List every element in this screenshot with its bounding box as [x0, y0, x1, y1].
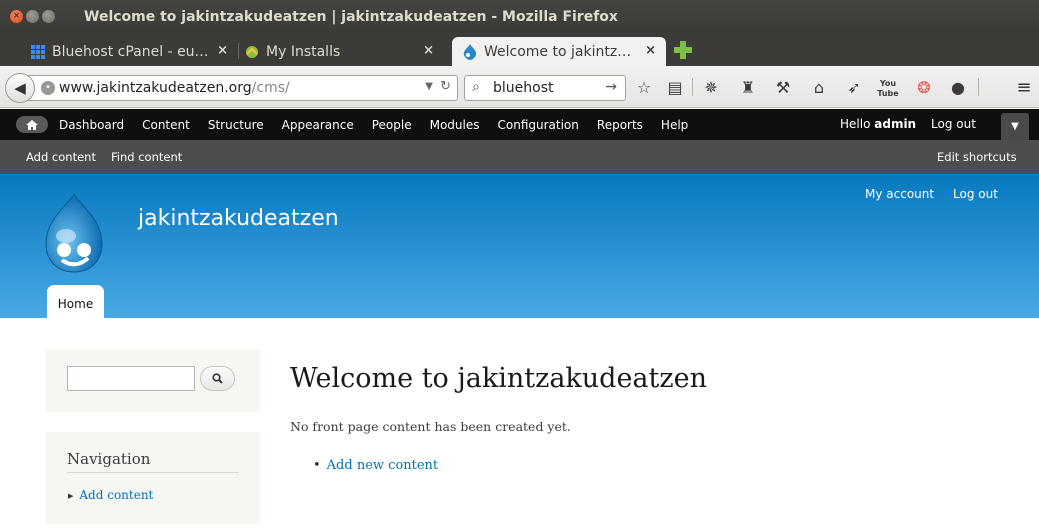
installs-icon	[244, 44, 260, 60]
my-account-link[interactable]: My account	[865, 187, 934, 201]
search-input[interactable]	[67, 366, 195, 391]
search-bar[interactable]: ⌕ bluehost →	[464, 75, 626, 101]
new-tab-plus-icon[interactable]	[674, 41, 692, 59]
admin-menu-structure[interactable]: Structure	[208, 118, 264, 132]
back-button[interactable]: ◀	[5, 73, 35, 103]
url-text: www.jakintzakudeatzen.org/cms/	[59, 80, 290, 96]
bookmark-star-icon[interactable]: ☆	[633, 77, 655, 99]
tab-label: My Installs	[266, 43, 341, 60]
home-icon[interactable]: ⌂	[808, 77, 830, 99]
chevron-down-icon: ▼	[1011, 121, 1019, 132]
shortcut-bar: Add content Find content Edit shortcuts	[0, 140, 1039, 174]
youtube-icon[interactable]: You Tube	[877, 77, 899, 99]
search-submit-button[interactable]	[200, 366, 235, 391]
tab-welcome-active[interactable]: Welcome to jakintz… ×	[452, 37, 666, 66]
search-icon: ⌕	[472, 79, 480, 95]
tab-bluehost-cpanel[interactable]: Bluehost cPanel - eu… ×	[30, 37, 238, 66]
admin-menu-dashboard[interactable]: Dashboard	[59, 118, 124, 132]
shortcuts-toggle-button[interactable]: ▼	[1001, 113, 1029, 140]
page-title: Welcome to jakintzakudeatzen	[290, 363, 707, 394]
tab-my-installs[interactable]: My Installs ×	[244, 37, 444, 66]
navigation-title: Navigation	[67, 450, 151, 468]
url-path: /cms/	[251, 80, 290, 96]
wrench-icon[interactable]: ⚒	[772, 77, 794, 99]
admin-logout-link[interactable]: Log out	[931, 117, 976, 131]
tab-close-icon[interactable]: ×	[423, 43, 434, 58]
tab-home[interactable]: Home	[47, 285, 104, 318]
drupal-logo[interactable]	[44, 192, 104, 274]
admin-menu-modules[interactable]: Modules	[430, 118, 480, 132]
admin-home-button[interactable]	[16, 116, 48, 133]
greeting-text: Hello	[840, 117, 871, 131]
addon-gear-icon[interactable]: ✵	[700, 77, 722, 99]
navigation-item-add-content[interactable]: ▶ Add content	[68, 488, 153, 502]
globe-icon: •	[41, 81, 55, 95]
triangle-right-icon: ▶	[68, 492, 74, 500]
tab-divider	[238, 43, 239, 59]
tab-label: Welcome to jakintz…	[484, 43, 632, 60]
admin-menu-appearance[interactable]: Appearance	[282, 118, 354, 132]
add-new-content-link[interactable]: Add new content	[327, 458, 438, 473]
navigation-item-label: Add content	[79, 488, 154, 502]
window-titlebar: × Welcome to jakintzakudeatzen | jakintz…	[0, 0, 1039, 33]
window-close-button[interactable]: ×	[10, 10, 23, 23]
navigation-divider	[67, 472, 239, 473]
url-bar[interactable]: • www.jakintzakudeatzen.org/cms/ ▼ ↻	[26, 75, 458, 101]
magnifier-icon	[212, 373, 223, 384]
reload-icon[interactable]: ↻	[440, 79, 451, 94]
toolbar-divider	[978, 78, 979, 96]
menu-icon[interactable]: ≡	[1013, 77, 1035, 99]
send-icon[interactable]: ➶	[843, 77, 865, 99]
admin-menu-configuration[interactable]: Configuration	[498, 118, 579, 132]
admin-menu-people[interactable]: People	[372, 118, 412, 132]
admin-menu-content[interactable]: Content	[142, 118, 190, 132]
site-logout-link[interactable]: Log out	[953, 187, 998, 201]
bullet-icon: •	[313, 458, 321, 473]
admin-greeting: Hello admin	[840, 117, 916, 131]
lifebuoy-icon[interactable]: ❂	[913, 77, 935, 99]
site-header: jakintzakudeatzen My account Log out Hom…	[0, 174, 1039, 318]
navigation-toolbar: • www.jakintzakudeatzen.org/cms/ ▼ ↻ ◀ ⌕…	[0, 66, 1039, 108]
site-name[interactable]: jakintzakudeatzen	[138, 206, 339, 231]
window-title: Welcome to jakintzakudeatzen | jakintzak…	[84, 9, 618, 25]
admin-username[interactable]: admin	[874, 117, 916, 131]
tab-label: Bluehost cPanel - eu…	[52, 43, 209, 60]
navigation-block: Navigation ▶ Add content	[46, 432, 260, 524]
tab-close-icon[interactable]: ×	[217, 43, 228, 58]
reading-list-icon[interactable]: ▤	[664, 77, 686, 99]
chat-icon[interactable]: ●	[947, 77, 969, 99]
add-new-content-item[interactable]: • Add new content	[313, 458, 438, 473]
house-icon	[26, 119, 38, 130]
tab-strip: Bluehost cPanel - eu… × My Installs × We…	[0, 33, 1039, 66]
admin-menu: Dashboard Content Structure Appearance P…	[59, 109, 706, 140]
back-arrow-icon: ◀	[14, 79, 26, 97]
puzzle-icon[interactable]: ♜	[737, 77, 759, 99]
search-go-arrow-icon[interactable]: →	[605, 79, 617, 95]
cpanel-grid-icon	[30, 44, 46, 60]
edit-shortcuts-link[interactable]: Edit shortcuts	[937, 150, 1017, 164]
window-maximize-button[interactable]	[42, 10, 55, 23]
window-minimize-button[interactable]	[26, 10, 39, 23]
empty-front-page-message: No front page content has been created y…	[290, 419, 571, 434]
shortcut-find-content[interactable]: Find content	[111, 150, 182, 164]
tab-close-icon[interactable]: ×	[645, 43, 656, 58]
search-block	[46, 349, 260, 412]
url-dropdown-icon[interactable]: ▼	[425, 81, 433, 92]
search-value: bluehost	[493, 80, 554, 96]
toolbar-divider	[692, 78, 693, 96]
url-host: www.jakintzakudeatzen.org	[59, 80, 252, 96]
shortcut-add-content[interactable]: Add content	[26, 150, 96, 164]
drupal-icon	[462, 43, 478, 60]
admin-menu-reports[interactable]: Reports	[597, 118, 643, 132]
admin-toolbar: Dashboard Content Structure Appearance P…	[0, 109, 1039, 140]
admin-menu-help[interactable]: Help	[661, 118, 688, 132]
